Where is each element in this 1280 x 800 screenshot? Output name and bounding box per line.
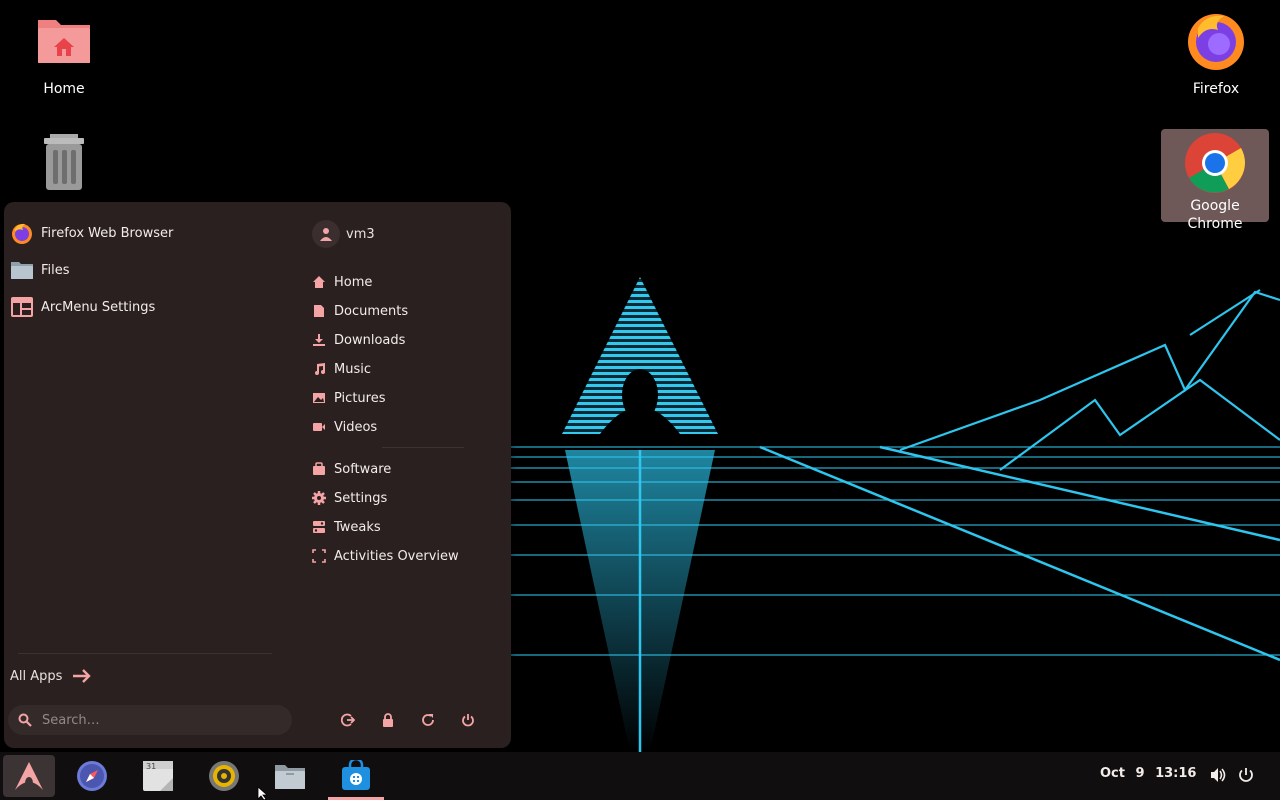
music-icon — [312, 362, 326, 376]
clock-date: Oct 9 — [1100, 766, 1145, 781]
activities-icon — [312, 549, 326, 563]
user-account-button[interactable]: vm3 — [312, 220, 375, 248]
place-label: Home — [334, 274, 373, 290]
trash-icon — [32, 132, 96, 196]
calendar-day: 31 — [146, 762, 156, 771]
dock-software-store[interactable] — [330, 755, 382, 797]
place-pictures[interactable]: Pictures — [312, 387, 385, 409]
volume-icon — [1211, 768, 1226, 782]
chrome-icon — [1183, 131, 1247, 195]
menu-app-label: ArcMenu Settings — [41, 299, 156, 315]
video-icon — [312, 420, 326, 434]
desktop-icon-trash[interactable] — [14, 132, 114, 204]
menu-separator — [18, 653, 272, 654]
search-box[interactable] — [8, 705, 292, 735]
menu-app-label: Files — [41, 262, 70, 278]
restart-icon — [422, 714, 434, 726]
system-settings[interactable]: Settings — [312, 487, 387, 509]
system-label: Tweaks — [334, 519, 381, 535]
arcmenu-button[interactable] — [3, 755, 55, 797]
place-label: Videos — [334, 419, 378, 435]
system-tweaks[interactable]: Tweaks — [312, 516, 381, 538]
home-folder-icon — [32, 8, 96, 72]
firefox-icon — [1184, 8, 1248, 72]
menu-separator — [382, 447, 464, 448]
web-browser-icon — [77, 761, 107, 791]
home-icon — [312, 275, 326, 289]
place-label: Documents — [334, 303, 409, 319]
firefox-icon — [10, 221, 34, 245]
system-label: Software — [334, 461, 392, 477]
power-icon — [1239, 768, 1253, 782]
dock-music-player[interactable] — [198, 755, 250, 797]
place-documents[interactable]: Documents — [312, 300, 408, 322]
restart-button[interactable] — [418, 710, 438, 730]
place-home[interactable]: Home — [312, 271, 372, 293]
place-videos[interactable]: Videos — [312, 416, 377, 438]
download-icon — [312, 333, 326, 347]
menu-app-firefox[interactable]: Firefox Web Browser — [10, 218, 173, 248]
volume-button[interactable] — [1209, 766, 1227, 784]
taskbar: 31 Oct 9 13:16 — [0, 752, 1280, 800]
software-store-icon — [342, 760, 370, 790]
arcmenu-icon — [15, 762, 43, 790]
desktop-icon-label: Home — [43, 81, 85, 97]
power-icon — [462, 714, 474, 727]
clock-time: 13:16 — [1155, 766, 1197, 781]
system-label: Settings — [334, 490, 388, 506]
dock-calendar[interactable]: 31 — [132, 755, 184, 797]
desktop-icon-label: Firefox — [1192, 81, 1240, 97]
settings-icon — [312, 491, 326, 505]
menu-app-arcmenu-settings[interactable]: ArcMenu Settings — [10, 292, 155, 322]
lock-button[interactable] — [378, 710, 398, 730]
document-icon — [312, 304, 326, 318]
lock-icon — [383, 713, 393, 727]
system-activities-overview[interactable]: Activities Overview — [312, 545, 459, 567]
clock[interactable]: Oct 9 13:16 — [1100, 766, 1196, 781]
power-off-button[interactable] — [458, 710, 478, 730]
search-icon — [18, 713, 32, 727]
calendar-icon: 31 — [143, 761, 173, 791]
user-avatar-icon — [312, 220, 340, 248]
all-apps-button[interactable]: All Apps — [10, 668, 92, 684]
user-name: vm3 — [346, 226, 375, 242]
search-input[interactable] — [40, 711, 284, 729]
files-icon — [275, 765, 305, 789]
place-downloads[interactable]: Downloads — [312, 329, 405, 351]
desktop-icon-chrome[interactable]: Google Chrome — [1161, 129, 1269, 232]
log-out-icon — [341, 713, 355, 727]
system-label: Activities Overview — [334, 548, 459, 564]
music-player-icon — [209, 761, 239, 791]
place-label: Pictures — [334, 390, 386, 406]
place-label: Music — [334, 361, 371, 377]
arrow-right-icon — [72, 668, 92, 684]
folder-icon — [10, 258, 34, 282]
desktop-icon-home[interactable]: Home — [14, 8, 114, 98]
system-power-button[interactable] — [1237, 766, 1255, 784]
system-software[interactable]: Software — [312, 458, 391, 480]
menu-app-label: Firefox Web Browser — [41, 225, 174, 241]
menu-app-files[interactable]: Files — [10, 255, 70, 285]
dock-files[interactable] — [264, 755, 316, 797]
dock-web-browser[interactable] — [66, 755, 118, 797]
picture-icon — [312, 391, 326, 405]
desktop-icon-label: Google Chrome — [1187, 198, 1243, 232]
desktop-icon-firefox[interactable]: Firefox — [1166, 8, 1266, 98]
mouse-cursor-icon — [257, 787, 269, 800]
place-music[interactable]: Music — [312, 358, 371, 380]
place-label: Downloads — [334, 332, 406, 348]
software-icon — [312, 462, 326, 476]
arc-menu: Firefox Web Browser Files ArcMenu Settin… — [4, 202, 511, 748]
tweaks-icon — [312, 520, 326, 534]
all-apps-label: All Apps — [10, 668, 63, 684]
arcmenu-settings-icon — [10, 295, 34, 319]
log-out-button[interactable] — [338, 710, 358, 730]
